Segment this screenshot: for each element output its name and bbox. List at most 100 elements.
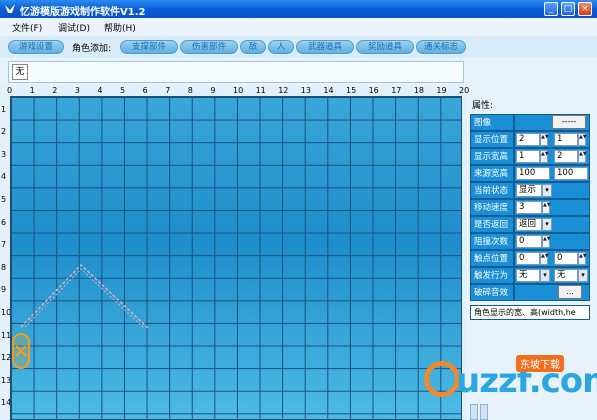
trigger-action-a-select[interactable]: 无 bbox=[516, 269, 540, 282]
enemy-button-right[interactable]: 人 bbox=[268, 40, 294, 54]
x-tick-label: 20 bbox=[459, 86, 470, 95]
trigger-action-b-select[interactable]: 无 bbox=[554, 269, 578, 282]
current-state-select[interactable]: 显示 bbox=[516, 184, 542, 197]
trigger-x-input[interactable]: 0 bbox=[516, 252, 540, 265]
toolbar: 游戏设置 角色添加: 支撑部件 伤害部件 敌 人 武器道具 奖励道具 通关标志 bbox=[0, 36, 597, 58]
move-speed-input[interactable]: 3 bbox=[516, 201, 542, 214]
source-height-input[interactable]: 100 bbox=[554, 167, 588, 180]
app-logo-icon bbox=[5, 4, 15, 13]
y-tick-label: 2 bbox=[1, 127, 7, 137]
weapon-item-button[interactable]: 武器道具 bbox=[296, 40, 354, 54]
y-tick-label: 3 bbox=[1, 149, 7, 159]
movement-path bbox=[20, 263, 150, 330]
chevron-down-icon[interactable]: ▾ bbox=[578, 269, 588, 282]
x-tick-label: 8 bbox=[187, 86, 193, 95]
properties-panel: 属性: 图像 ----- 显示位置 2 ▲▼ 1 ▲▼ 显示宽高 1 ▲▼ 2 … bbox=[468, 98, 590, 323]
trigger-y-input[interactable]: 0 bbox=[554, 252, 578, 265]
properties-title: 属性: bbox=[472, 101, 494, 111]
game-settings-button[interactable]: 游戏设置 bbox=[8, 40, 64, 54]
image-select-button[interactable]: ----- bbox=[552, 115, 586, 129]
window-title: 忆游模版游戏制作软件V1.2 bbox=[20, 7, 146, 18]
x-tick-label: 0 bbox=[7, 86, 13, 95]
prop-label: 阻撞次数 bbox=[470, 233, 514, 250]
prop-move-speed: 移动速度 3 ▲▼ bbox=[470, 199, 590, 216]
character-sprite[interactable] bbox=[12, 333, 30, 369]
prop-break-sound: 破碎音效 ... bbox=[470, 284, 590, 301]
move-speed-spinner[interactable]: ▲▼ bbox=[542, 201, 551, 214]
support-part-button[interactable]: 支撑部件 bbox=[120, 40, 178, 54]
return-select[interactable]: 返回 bbox=[516, 218, 542, 231]
menu-help[interactable]: 帮助(H) bbox=[104, 21, 136, 34]
x-tick-label: 9 bbox=[210, 86, 216, 95]
maximize-button[interactable]: □ bbox=[561, 2, 575, 16]
x-tick-label: 12 bbox=[278, 86, 289, 95]
cross-icon bbox=[15, 345, 27, 357]
prop-label: 来源宽高 bbox=[470, 165, 514, 182]
x-tick-label: 18 bbox=[413, 86, 424, 95]
x-tick-label: 13 bbox=[300, 86, 311, 95]
x-tick-label: 17 bbox=[391, 86, 402, 95]
x-tick-label: 15 bbox=[346, 86, 357, 95]
display-width-spinner[interactable]: ▲▼ bbox=[540, 150, 549, 163]
y-tick-label: 6 bbox=[1, 217, 7, 227]
prop-label: 图像 bbox=[470, 114, 514, 131]
damage-part-button[interactable]: 伤害部件 bbox=[180, 40, 238, 54]
display-y-input[interactable]: 1 bbox=[554, 133, 578, 146]
menu-debug[interactable]: 调试(D) bbox=[58, 21, 90, 34]
display-height-spinner[interactable]: ▲▼ bbox=[578, 150, 587, 163]
y-tick-label: 1 bbox=[1, 104, 7, 114]
source-width-input[interactable]: 100 bbox=[516, 167, 550, 180]
x-tick-label: 11 bbox=[255, 86, 266, 95]
x-tick-label: 16 bbox=[368, 86, 379, 95]
prop-trigger-action: 触发行为 无 ▾ 无 ▾ bbox=[470, 267, 590, 284]
prop-source-size: 来源宽高 100 100 bbox=[470, 165, 590, 182]
menu-file[interactable]: 文件(F) bbox=[12, 21, 42, 34]
chevron-down-icon[interactable]: ▾ bbox=[542, 218, 552, 231]
menu-bar: 文件(F) 调试(D) 帮助(H) bbox=[0, 18, 597, 36]
scroll-handle-left[interactable] bbox=[470, 404, 478, 420]
watermark-logo: uzzf.com 东坡下载 bbox=[424, 355, 597, 403]
x-tick-label: 19 bbox=[436, 86, 447, 95]
close-button[interactable]: × bbox=[578, 2, 592, 16]
display-y-spinner[interactable]: ▲▼ bbox=[578, 133, 587, 146]
prop-label: 当前状态 bbox=[470, 182, 514, 199]
x-tick-label: 14 bbox=[323, 86, 334, 95]
chevron-down-icon[interactable]: ▾ bbox=[542, 184, 552, 197]
trigger-y-spinner[interactable]: ▲▼ bbox=[578, 252, 587, 265]
reward-item-button[interactable]: 奖励道具 bbox=[356, 40, 414, 54]
prop-return: 是否返回 返回 ▾ bbox=[470, 216, 590, 233]
y-tick-label: 5 bbox=[1, 195, 7, 204]
y-tick-label: 7 bbox=[1, 240, 7, 250]
break-sound-browse-button[interactable]: ... bbox=[558, 285, 582, 299]
display-height-input[interactable]: 2 bbox=[554, 150, 578, 163]
display-x-spinner[interactable]: ▲▼ bbox=[540, 133, 549, 146]
collision-count-spinner[interactable]: ▲▼ bbox=[542, 235, 551, 248]
minimize-button[interactable]: _ bbox=[544, 2, 558, 16]
x-tick-label: 3 bbox=[74, 86, 80, 95]
x-tick-label: 7 bbox=[165, 86, 171, 95]
y-tick-label: 4 bbox=[1, 172, 7, 182]
x-tick-label: 4 bbox=[97, 86, 103, 95]
part-selection-strip: 无 bbox=[8, 61, 464, 83]
display-width-input[interactable]: 1 bbox=[516, 150, 540, 163]
level-grid[interactable] bbox=[10, 96, 462, 420]
y-tick-label: 8 bbox=[1, 262, 7, 272]
prop-label: 破碎音效 bbox=[470, 284, 514, 301]
x-tick-label: 2 bbox=[52, 86, 58, 95]
prop-label: 显示位置 bbox=[470, 131, 514, 148]
prop-display-position: 显示位置 2 ▲▼ 1 ▲▼ bbox=[470, 131, 590, 148]
none-button[interactable]: 无 bbox=[12, 64, 28, 80]
prop-collision-count: 阻撞次数 0 ▲▼ bbox=[470, 233, 590, 250]
prop-image: 图像 ----- bbox=[470, 114, 590, 131]
prop-display-size: 显示宽高 1 ▲▼ 2 ▲▼ bbox=[470, 148, 590, 165]
collision-count-input[interactable]: 0 bbox=[516, 235, 542, 248]
chevron-down-icon[interactable]: ▾ bbox=[540, 269, 550, 282]
prop-label: 触点位置 bbox=[470, 250, 514, 267]
scroll-handle-right[interactable] bbox=[480, 404, 488, 420]
display-x-input[interactable]: 2 bbox=[516, 133, 540, 146]
logo-badge: 东坡下载 bbox=[516, 355, 564, 372]
level-clear-flag-button[interactable]: 通关标志 bbox=[416, 40, 466, 54]
x-tick-label: 1 bbox=[29, 86, 35, 95]
trigger-x-spinner[interactable]: ▲▼ bbox=[540, 252, 549, 265]
enemy-button-left[interactable]: 敌 bbox=[240, 40, 266, 54]
